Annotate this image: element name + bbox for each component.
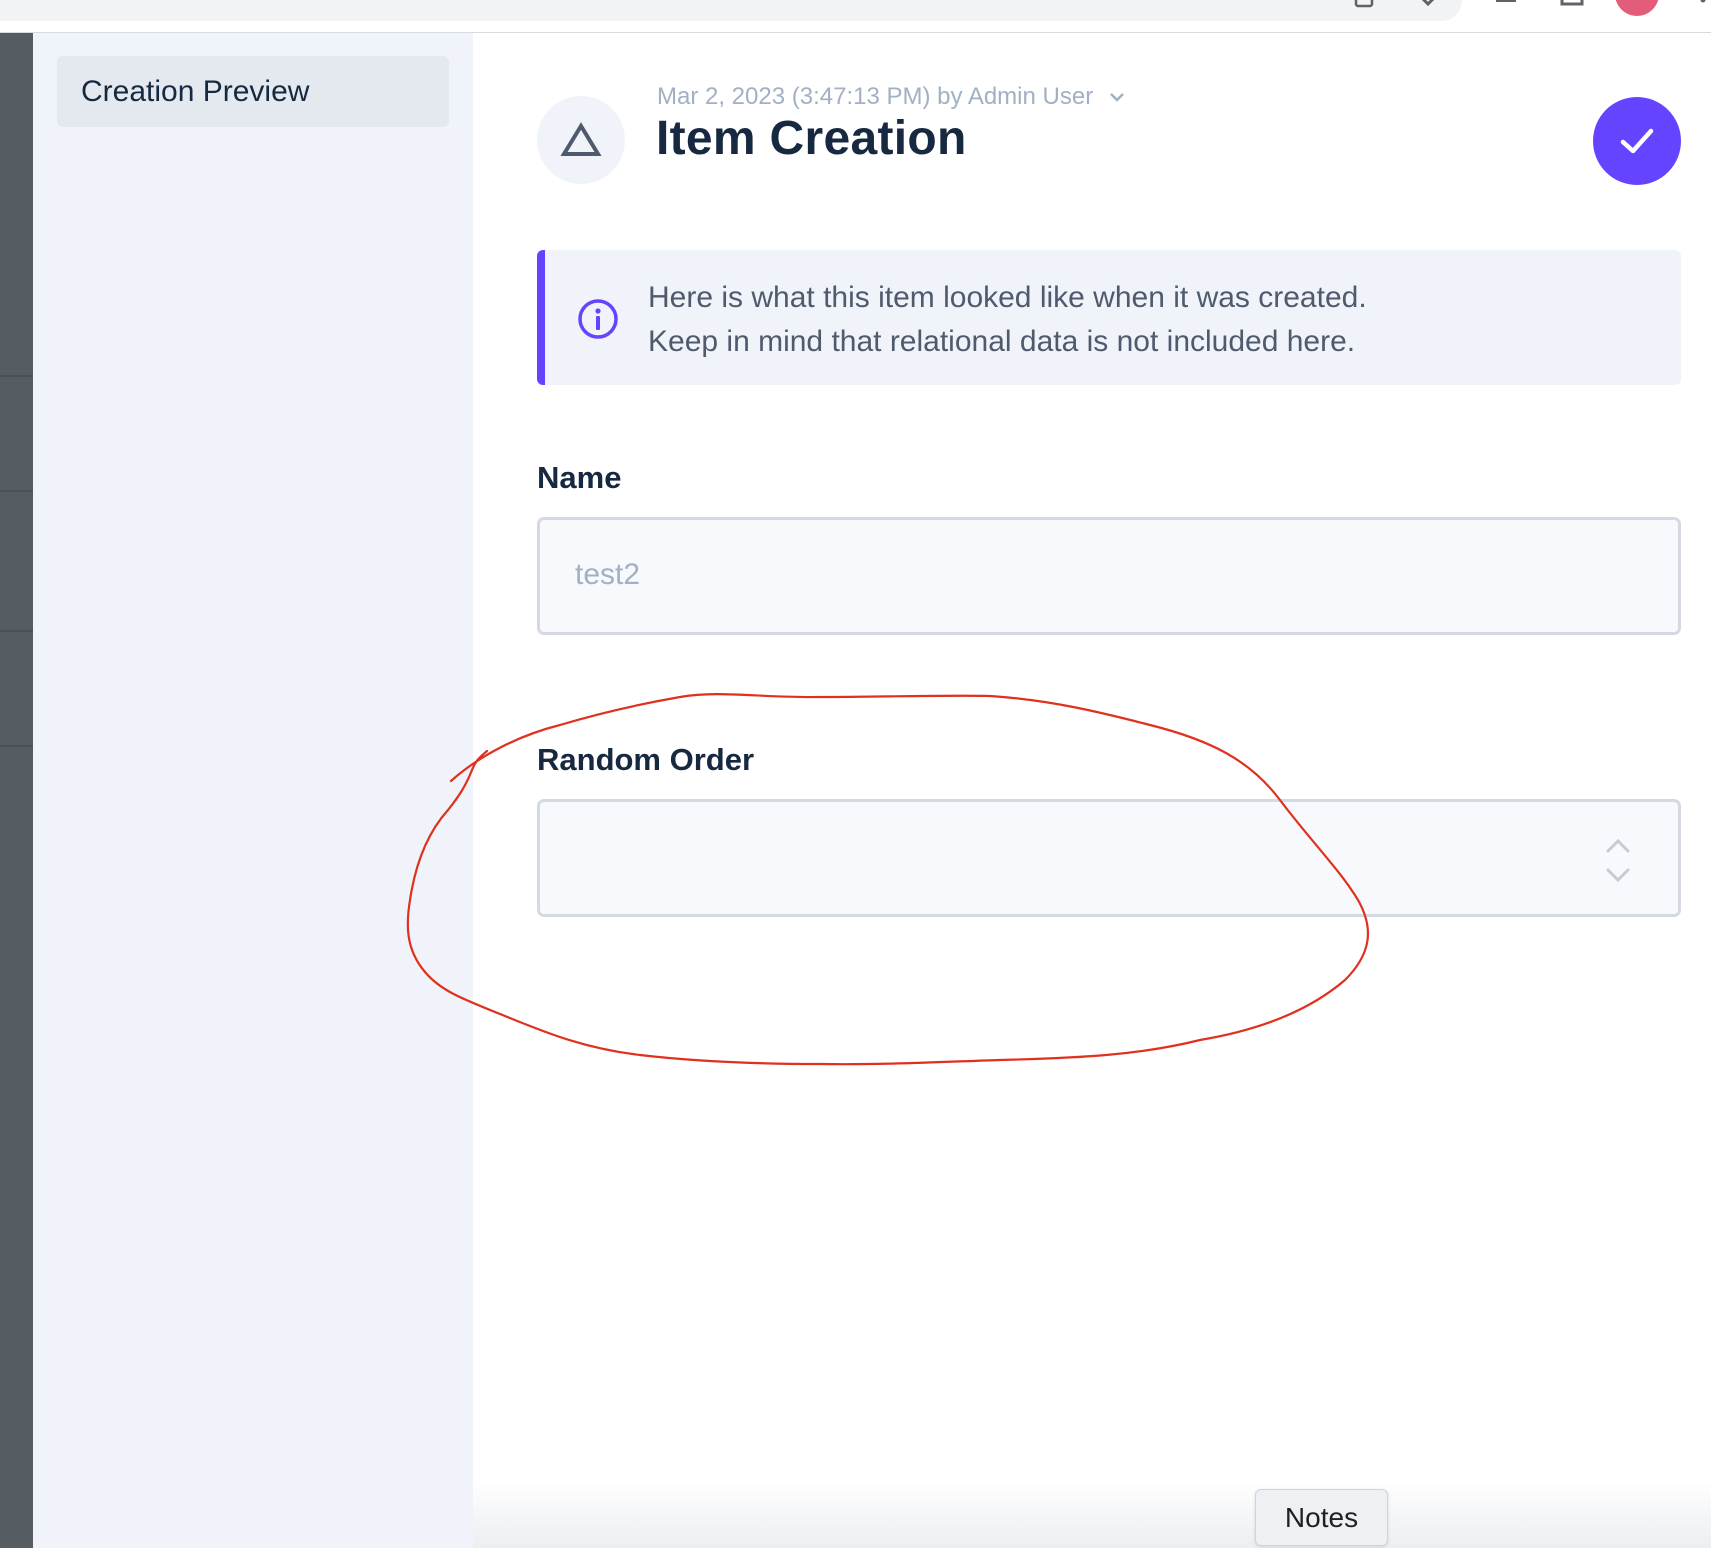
profile-avatar[interactable] [1615, 0, 1659, 16]
bottom-fade [473, 1480, 1711, 1548]
notice-text: Here is what this item looked like when … [648, 276, 1367, 364]
divider [0, 375, 33, 377]
bookmark-star-icon[interactable] [1416, 0, 1440, 8]
sidepanel-icon[interactable] [1560, 0, 1584, 8]
drawer-sidebar: Creation Preview [33, 33, 473, 1548]
dimmed-background-panel [0, 33, 33, 1548]
notice-line: Here is what this item looked like when … [648, 281, 1367, 314]
divider [0, 745, 33, 747]
name-field-value: test2 [575, 558, 641, 591]
random-order-field[interactable] [537, 799, 1681, 917]
random-order-field-label: Random Order [537, 742, 755, 777]
revision-meta-text: Mar 2, 2023 (3:47:13 PM) by Admin User [657, 83, 1094, 110]
more-menu-icon[interactable] [1700, 0, 1706, 4]
divider [0, 630, 33, 632]
notes-tab[interactable]: Notes [1255, 1489, 1388, 1546]
check-icon [1620, 128, 1654, 154]
chevron-down-icon [1606, 868, 1630, 883]
triangle-icon [560, 122, 602, 156]
chevron-down-icon [1110, 93, 1125, 102]
name-field-label: Name [537, 460, 622, 495]
sidebar-item-label: Creation Preview [81, 74, 310, 108]
page-title: Item Creation [656, 112, 967, 165]
share-icon[interactable] [1352, 0, 1376, 8]
revision-selector[interactable]: Mar 2, 2023 (3:47:13 PM) by Admin User [657, 83, 1127, 111]
info-icon [578, 299, 618, 339]
drawer-main: Mar 2, 2023 (3:47:13 PM) by Admin User I… [473, 33, 1711, 1548]
extensions-icon[interactable] [1494, 0, 1518, 8]
number-stepper[interactable] [1602, 832, 1634, 888]
chevron-up-icon [1606, 838, 1630, 853]
header-icon-circle [537, 96, 625, 184]
sidebar-item-creation-preview[interactable]: Creation Preview [57, 56, 449, 127]
name-field[interactable]: test2 [537, 517, 1681, 635]
info-notice: Here is what this item looked like when … [537, 250, 1681, 385]
notice-line: Keep in mind that relational data is not… [648, 325, 1356, 358]
notes-tab-label: Notes [1284, 1501, 1359, 1533]
divider [0, 490, 33, 492]
confirm-button[interactable] [1593, 97, 1681, 185]
address-bar[interactable]: 59a5a6r79 [0, 0, 1462, 21]
browser-toolbar: 59a5a6r79 [0, 0, 1711, 33]
